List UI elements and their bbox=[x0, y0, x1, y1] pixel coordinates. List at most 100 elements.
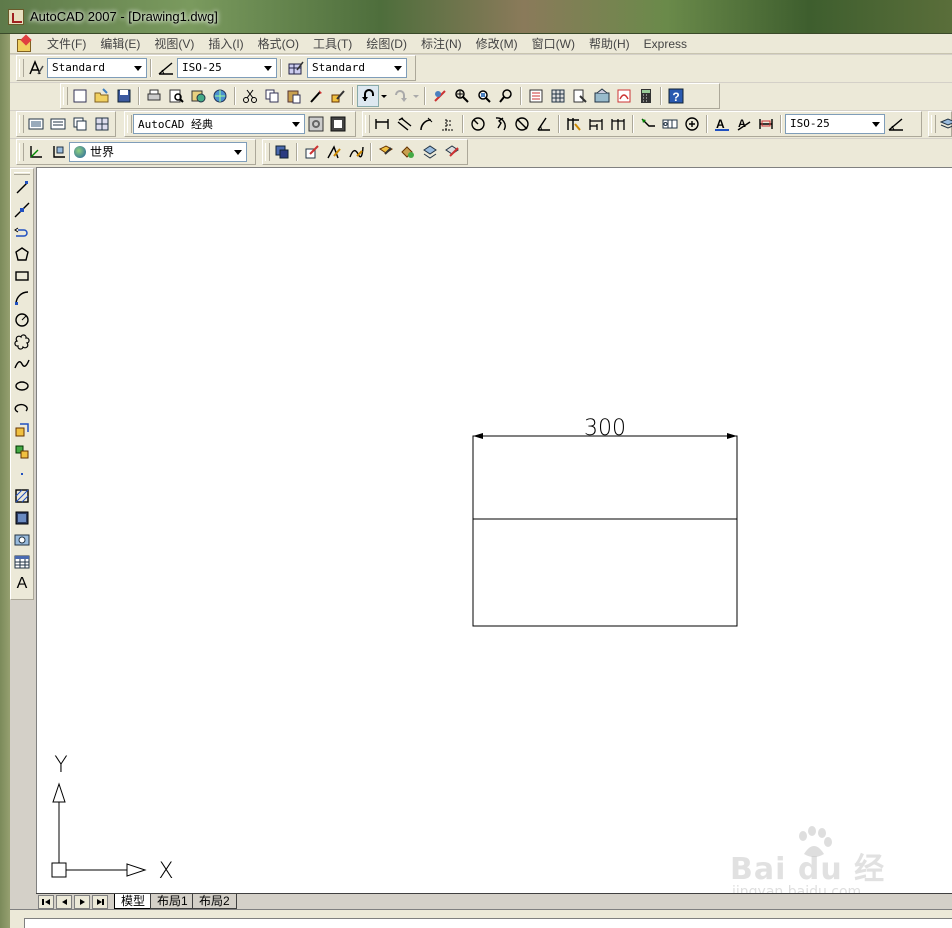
draw-order-icon[interactable] bbox=[271, 141, 293, 163]
previous-tab-button[interactable] bbox=[56, 895, 72, 909]
spline-edit-icon[interactable] bbox=[345, 141, 367, 163]
layout-template-icon[interactable] bbox=[47, 113, 69, 135]
match-properties-icon[interactable] bbox=[305, 85, 327, 107]
menu-edit[interactable]: 编辑(E) bbox=[93, 34, 147, 54]
menu-tools[interactable]: 工具(T) bbox=[306, 34, 359, 54]
region-icon[interactable] bbox=[11, 529, 33, 551]
aligned-dim-icon[interactable] bbox=[393, 113, 415, 135]
menu-dimension[interactable]: 标注(N) bbox=[414, 34, 469, 54]
chevron-down-icon[interactable] bbox=[260, 59, 276, 77]
plot-preview-icon[interactable] bbox=[165, 85, 187, 107]
title-bar[interactable]: AutoCAD 2007 - [Drawing1.dwg] bbox=[0, 0, 952, 34]
calculator-icon[interactable] bbox=[635, 85, 657, 107]
design-center-icon[interactable] bbox=[547, 85, 569, 107]
linear-dim-icon[interactable] bbox=[371, 113, 393, 135]
first-tab-button[interactable] bbox=[38, 895, 54, 909]
table-style-icon[interactable] bbox=[285, 57, 307, 79]
redo-dropdown-icon[interactable] bbox=[411, 85, 421, 107]
workspace-save-icon[interactable] bbox=[327, 113, 349, 135]
menu-file[interactable]: 文件(F) bbox=[40, 34, 93, 54]
spline-icon[interactable] bbox=[11, 353, 33, 375]
new-file-icon[interactable] bbox=[69, 85, 91, 107]
pan-icon[interactable] bbox=[429, 85, 451, 107]
markup-icon[interactable] bbox=[613, 85, 635, 107]
print-icon[interactable] bbox=[143, 85, 165, 107]
workspace-combo[interactable]: AutoCAD 经典 bbox=[133, 114, 305, 134]
workspace-settings-icon[interactable] bbox=[305, 113, 327, 135]
construction-line-icon[interactable] bbox=[11, 199, 33, 221]
ordinate-dim-icon[interactable] bbox=[437, 113, 459, 135]
menu-window[interactable]: 窗口(W) bbox=[525, 34, 582, 54]
polyline-icon[interactable] bbox=[11, 221, 33, 243]
undo-icon[interactable] bbox=[357, 85, 379, 107]
ucs-combo[interactable]: 世界 bbox=[69, 142, 247, 162]
rectangle-icon[interactable] bbox=[11, 265, 33, 287]
redo-icon[interactable] bbox=[389, 85, 411, 107]
undo-dropdown-icon[interactable] bbox=[379, 85, 389, 107]
revision-cloud-icon[interactable] bbox=[11, 331, 33, 353]
zoom-window-icon[interactable] bbox=[473, 85, 495, 107]
open-file-icon[interactable] bbox=[91, 85, 113, 107]
circle-icon[interactable] bbox=[11, 309, 33, 331]
ellipse-icon[interactable] bbox=[11, 375, 33, 397]
menu-view[interactable]: 视图(V) bbox=[147, 34, 201, 54]
arc-icon[interactable] bbox=[11, 287, 33, 309]
menu-help[interactable]: 帮助(H) bbox=[582, 34, 637, 54]
zoom-previous-icon[interactable] bbox=[495, 85, 517, 107]
block-attribute-icon[interactable] bbox=[397, 141, 419, 163]
last-tab-button[interactable] bbox=[92, 895, 108, 909]
dim-update-icon[interactable] bbox=[755, 113, 777, 135]
dim-edit-icon[interactable]: A bbox=[711, 113, 733, 135]
baseline-dim-icon[interactable] bbox=[585, 113, 607, 135]
text-style-icon[interactable] bbox=[25, 57, 47, 79]
dim-style-icon[interactable] bbox=[155, 57, 177, 79]
radius-dim-icon[interactable] bbox=[467, 113, 489, 135]
continue-dim-icon[interactable] bbox=[607, 113, 629, 135]
quick-leader-icon[interactable] bbox=[637, 113, 659, 135]
zoom-realtime-icon[interactable] bbox=[451, 85, 473, 107]
jogged-dim-icon[interactable] bbox=[489, 113, 511, 135]
cut-icon[interactable] bbox=[239, 85, 261, 107]
tab-model[interactable]: 模型 bbox=[114, 894, 153, 909]
tab-layout2[interactable]: 布局2 bbox=[192, 894, 237, 909]
dim-text-edit-icon[interactable]: A bbox=[733, 113, 755, 135]
chevron-down-icon[interactable] bbox=[230, 143, 246, 161]
multiline-text-icon[interactable]: A bbox=[11, 573, 33, 595]
ucs-icon[interactable] bbox=[25, 141, 47, 163]
next-tab-button[interactable] bbox=[74, 895, 90, 909]
point-icon[interactable] bbox=[11, 463, 33, 485]
dimension-style-icon[interactable] bbox=[885, 113, 907, 135]
table-icon[interactable] bbox=[11, 551, 33, 573]
polygon-icon[interactable] bbox=[11, 243, 33, 265]
drawn-rectangle[interactable] bbox=[472, 435, 738, 627]
diameter-dim-icon[interactable] bbox=[511, 113, 533, 135]
attribute-edit-icon[interactable] bbox=[375, 141, 397, 163]
publish-web-icon[interactable] bbox=[209, 85, 231, 107]
insert-block-icon[interactable] bbox=[11, 419, 33, 441]
toolbar-grip[interactable] bbox=[14, 172, 30, 175]
tool-palettes-icon[interactable] bbox=[569, 85, 591, 107]
attribute-sync-icon[interactable] bbox=[441, 141, 463, 163]
sheet-set-icon[interactable] bbox=[591, 85, 613, 107]
help-icon[interactable]: ? bbox=[665, 85, 687, 107]
dimension-text[interactable]: 300 bbox=[584, 416, 626, 441]
hatch-icon[interactable] bbox=[11, 485, 33, 507]
text-style-combo[interactable]: Standard bbox=[47, 58, 147, 78]
autocad-app-icon[interactable] bbox=[8, 9, 24, 25]
chevron-down-icon[interactable] bbox=[288, 115, 304, 133]
drawing-canvas[interactable]: 300 Y X bbox=[36, 167, 952, 893]
arc-length-dim-icon[interactable] bbox=[415, 113, 437, 135]
chevron-down-icon[interactable] bbox=[390, 59, 406, 77]
save-icon[interactable] bbox=[113, 85, 135, 107]
edit-reference-icon[interactable] bbox=[301, 141, 323, 163]
tab-layout1[interactable]: 布局1 bbox=[150, 894, 195, 909]
copy-icon[interactable] bbox=[261, 85, 283, 107]
dim-style-combo[interactable]: ISO-25 bbox=[177, 58, 277, 78]
tolerance-icon[interactable] bbox=[659, 113, 681, 135]
ucs-named-icon[interactable] bbox=[47, 141, 69, 163]
polyline-edit-icon[interactable] bbox=[323, 141, 345, 163]
gradient-icon[interactable] bbox=[11, 507, 33, 529]
new-layout-icon[interactable] bbox=[25, 113, 47, 135]
attribute-manager-icon[interactable] bbox=[419, 141, 441, 163]
menu-format[interactable]: 格式(O) bbox=[251, 34, 306, 54]
